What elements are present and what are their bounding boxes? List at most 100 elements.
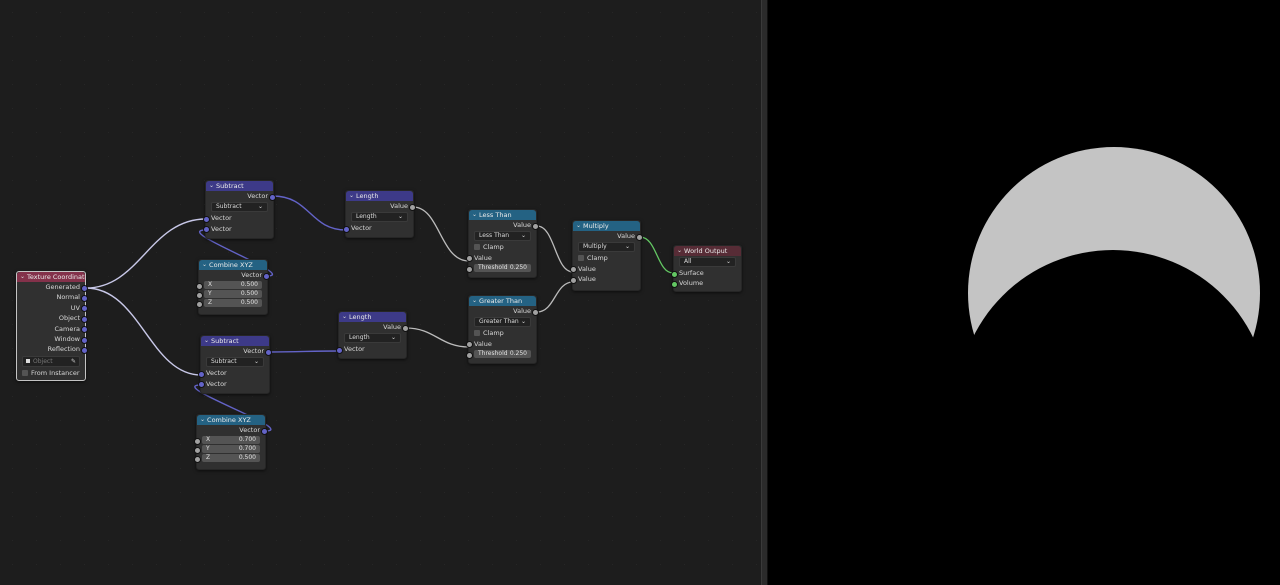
- output-socket[interactable]: [263, 272, 270, 280]
- node-world-output[interactable]: ⌄ World Output All ⌄ Surface Volume: [671, 245, 742, 292]
- operation-dropdown[interactable]: Subtract ⌄: [206, 357, 264, 368]
- threshold-field[interactable]: Threshold 0.250: [474, 264, 531, 273]
- checkbox[interactable]: [578, 255, 584, 262]
- chevron-down-icon[interactable]: ⌄: [349, 193, 354, 199]
- chevron-down-icon[interactable]: ⌄: [204, 338, 209, 344]
- clamp-checkbox[interactable]: Clamp: [573, 253, 640, 263]
- chevron-down-icon[interactable]: ⌄: [202, 262, 207, 268]
- output-socket[interactable]: [81, 326, 88, 334]
- chevron-down-icon[interactable]: ⌄: [576, 223, 581, 229]
- z-field[interactable]: Z 0.500: [202, 454, 260, 463]
- input-socket[interactable]: [466, 255, 473, 263]
- y-field[interactable]: Y 0.700: [202, 445, 260, 454]
- threshold-field[interactable]: Threshold 0.250: [474, 350, 531, 359]
- node-length-1[interactable]: ⌄ Length Value Length ⌄ Vector: [343, 190, 416, 238]
- operation-dropdown[interactable]: Length ⌄: [351, 212, 408, 223]
- node-header[interactable]: ⌄ Greater Than: [469, 296, 536, 306]
- input-socket[interactable]: [466, 265, 473, 273]
- output-socket[interactable]: [402, 324, 409, 332]
- input-socket[interactable]: [671, 281, 678, 289]
- x-field[interactable]: X 0.500: [204, 281, 262, 290]
- chevron-down-icon[interactable]: ⌄: [342, 314, 347, 320]
- chevron-down-icon[interactable]: ⌄: [677, 248, 682, 254]
- chevron-down-icon[interactable]: ⌄: [20, 274, 25, 280]
- area-splitter[interactable]: [761, 0, 768, 585]
- chevron-down-icon[interactable]: ⌄: [200, 417, 205, 423]
- node-greater-than[interactable]: ⌄ Greater Than Value Greater Than ⌄ Clamp…: [466, 295, 539, 364]
- input-socket[interactable]: [343, 226, 350, 234]
- input-socket[interactable]: [466, 341, 473, 349]
- checkbox[interactable]: [22, 369, 28, 376]
- checkbox[interactable]: [474, 330, 480, 337]
- node-subtract-1[interactable]: ⌄ Subtract Vector Subtract ⌄ Vector Vecto…: [203, 180, 276, 239]
- chevron-down-icon[interactable]: ⌄: [472, 298, 477, 304]
- node-header[interactable]: ⌄ Combine XYZ: [197, 415, 265, 425]
- checkbox[interactable]: [474, 244, 480, 251]
- object-field[interactable]: Object ✎: [22, 355, 80, 367]
- input-socket[interactable]: [336, 347, 343, 355]
- input-socket[interactable]: [194, 437, 201, 445]
- output-socket[interactable]: [269, 193, 276, 201]
- z-field[interactable]: Z 0.500: [204, 299, 262, 308]
- node-combine-xyz-2[interactable]: ⌄ Combine XYZ Vector X 0.700 Y 0.700 Z 0.50…: [194, 414, 268, 470]
- input-socket[interactable]: [196, 300, 203, 308]
- eyedropper-icon[interactable]: ✎: [71, 357, 76, 366]
- output-socket[interactable]: [532, 308, 539, 316]
- node-texture-coordinate[interactable]: ⌄ Texture Coordinate Generated Normal UV…: [16, 271, 88, 381]
- chevron-down-icon[interactable]: ⌄: [209, 183, 214, 189]
- clamp-checkbox[interactable]: Clamp: [469, 328, 536, 338]
- node-header[interactable]: ⌄ Length: [339, 312, 406, 322]
- output-socket[interactable]: [81, 315, 88, 323]
- node-length-2[interactable]: ⌄ Length Value Length ⌄ Vector: [336, 311, 409, 359]
- node-subtract-2[interactable]: ⌄ Subtract Vector Subtract ⌄ Vector Vecto…: [198, 335, 272, 394]
- output-socket[interactable]: [261, 427, 268, 435]
- target-dropdown[interactable]: All ⌄: [679, 257, 736, 267]
- x-field[interactable]: X 0.700: [202, 436, 260, 445]
- input-socket[interactable]: [570, 276, 577, 284]
- output-socket[interactable]: [409, 203, 416, 211]
- output-socket[interactable]: [532, 222, 539, 230]
- operation-dropdown[interactable]: Multiply ⌄: [578, 242, 635, 253]
- chevron-down-icon[interactable]: ⌄: [472, 212, 477, 218]
- operation-dropdown[interactable]: Length ⌄: [344, 333, 401, 344]
- node-header[interactable]: ⌄ Subtract: [206, 181, 273, 191]
- output-socket[interactable]: [81, 347, 88, 355]
- node-combine-xyz-1[interactable]: ⌄ Combine XYZ Vector X 0.500 Y 0.500 Z 0.50…: [196, 259, 270, 315]
- grid-dot: [84, 420, 85, 421]
- node-header[interactable]: ⌄ Multiply: [573, 221, 640, 231]
- input-socket[interactable]: [198, 371, 205, 379]
- node-multiply[interactable]: ⌄ Multiply Value Multiply ⌄ Clamp Value V…: [570, 220, 643, 291]
- node-header[interactable]: ⌄ Subtract: [201, 336, 269, 346]
- link-greaterthan-multiply: [536, 281, 574, 313]
- node-header[interactable]: ⌄ Texture Coordinate: [17, 272, 85, 282]
- input-socket[interactable]: [194, 455, 201, 463]
- node-header[interactable]: ⌄ Less Than: [469, 210, 536, 220]
- output-socket[interactable]: [265, 348, 272, 356]
- node-editor[interactable]: ⌄ Texture Coordinate Generated Normal UV…: [0, 0, 761, 585]
- node-header[interactable]: ⌄ World Output: [674, 246, 741, 256]
- output-socket[interactable]: [81, 336, 88, 344]
- operation-dropdown[interactable]: Subtract ⌄: [211, 202, 268, 213]
- input-socket[interactable]: [570, 266, 577, 274]
- input-socket[interactable]: [671, 270, 678, 278]
- input-socket[interactable]: [194, 446, 201, 454]
- output-socket[interactable]: [81, 295, 88, 303]
- node-header[interactable]: ⌄ Length: [346, 191, 413, 201]
- output-socket[interactable]: [81, 284, 88, 292]
- input-socket[interactable]: [466, 351, 473, 359]
- input-socket[interactable]: [198, 381, 205, 389]
- output-socket[interactable]: [636, 233, 643, 241]
- operation-dropdown[interactable]: Greater Than ⌄: [474, 317, 531, 328]
- output-socket[interactable]: [81, 305, 88, 313]
- input-socket[interactable]: [203, 216, 210, 224]
- node-header[interactable]: ⌄ Combine XYZ: [199, 260, 267, 270]
- node-less-than[interactable]: ⌄ Less Than Value Less Than ⌄ Clamp Value…: [466, 209, 539, 278]
- render-viewport[interactable]: [768, 0, 1280, 585]
- input-socket[interactable]: [196, 282, 203, 290]
- clamp-checkbox[interactable]: Clamp: [469, 242, 536, 252]
- input-socket[interactable]: [203, 226, 210, 234]
- from-instancer-checkbox[interactable]: From Instancer: [17, 368, 85, 378]
- input-socket[interactable]: [196, 291, 203, 299]
- operation-dropdown[interactable]: Less Than ⌄: [474, 231, 531, 242]
- y-field[interactable]: Y 0.500: [204, 290, 262, 299]
